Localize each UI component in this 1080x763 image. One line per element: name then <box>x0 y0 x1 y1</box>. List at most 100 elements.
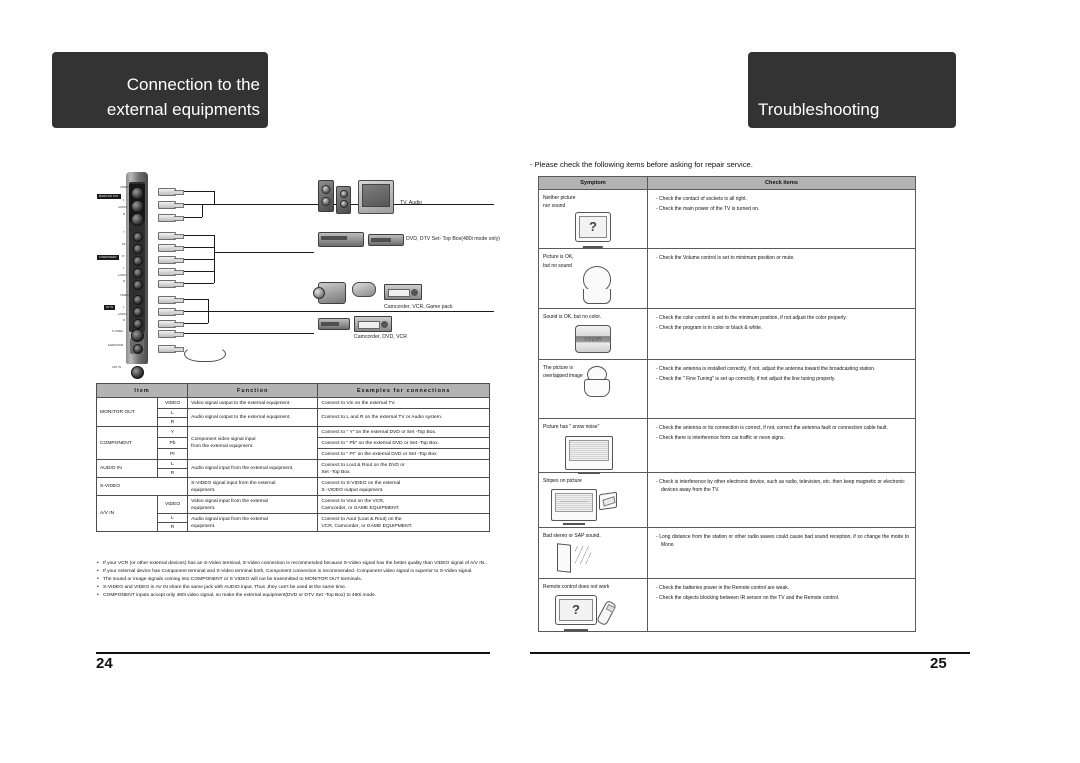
tv-remote-icon: ? <box>543 593 643 629</box>
panel-label-s-video: S-VIDEO <box>112 330 124 333</box>
cell-function: Audio signal input from the external equ… <box>187 459 319 478</box>
note-item: If your external device has Component te… <box>96 568 488 576</box>
panel-label-pb: Pb <box>122 243 126 246</box>
wire-comp-r <box>184 283 214 284</box>
jack-component-pb <box>133 244 143 254</box>
table-row: Stripes on picture - Check is interferen… <box>538 471 916 528</box>
vcr-illustration <box>384 284 422 300</box>
speaker-waves-icon <box>543 542 643 576</box>
panel-label-audio-2: AUDIO <box>118 274 127 277</box>
panel-label-l-1: L <box>123 199 125 202</box>
wire-comp-to-dvd <box>214 252 314 253</box>
jack-component-audio-l <box>133 268 143 278</box>
wire-comp-bus <box>214 235 215 283</box>
panel-label-y: Y <box>123 231 125 234</box>
cell-example: Connect to S-VIDEO on the external S -VI… <box>317 477 490 496</box>
jack-s-video <box>131 329 144 342</box>
wire-monitor-l <box>184 204 214 205</box>
cell-example: Connect to Vout on the VCR, Camcorder, o… <box>317 495 490 514</box>
cell-symptom: Picture has " snow noise" <box>538 418 648 474</box>
table-row: COMPONENT Y Component video signal input… <box>96 426 490 460</box>
wire-av-to-devices <box>208 311 494 312</box>
jack-av-video <box>133 295 143 305</box>
panel-label-ant-in: ANT IN <box>112 366 122 369</box>
cell-example: Connect to Aout (Lout & Rout) on the VCR… <box>317 513 490 532</box>
col-header-check-items: Check items <box>647 176 916 190</box>
device-caption-dvd-dtv: DVD, DTV Set- Top Box(480i mode only) <box>406 236 500 242</box>
cell-symptom: Picture is OK, but no sound <box>538 248 648 309</box>
wire-av-r <box>184 323 208 324</box>
cell-example: Connect to " Y" on the external DVD or S… <box>317 426 490 438</box>
jack-monitor-l <box>131 200 144 213</box>
panel-label-audio-3: AUDIO <box>118 313 127 316</box>
dvd-player-illustration <box>318 318 350 330</box>
table-row: The picture is overlapped image - Check … <box>538 359 916 420</box>
cell-symptom: The picture is overlapped image <box>538 359 648 420</box>
color-knob-icon: COLOR <box>543 323 643 357</box>
jack-monitor-video <box>131 187 144 200</box>
cell-example: Connect to L and R on the external TV or… <box>317 408 490 427</box>
cell-function: Video signal output to the external equi… <box>187 397 319 409</box>
right-page-number: 25 <box>930 655 947 672</box>
panel-group-av-in: AV IN <box>104 305 116 310</box>
cell-check-items: - Check the color control is set to the … <box>647 307 916 361</box>
table-header-row: Item Function Examples for connections <box>95 383 490 398</box>
note-item: S-VIDEO and VIDEO in AV IN share the sam… <box>96 584 488 592</box>
plug-monitor-video <box>158 188 184 196</box>
plug-component-l <box>158 268 184 276</box>
jack-component-y <box>133 232 143 242</box>
right-footer-rule <box>530 652 970 654</box>
cell-symptom: Sound is OK, but no color. COLOR <box>538 307 648 361</box>
cell-item: AUDIO IN <box>96 459 158 478</box>
cell-sub: VIDEO <box>156 397 189 409</box>
cell-function: Video signal input from the external equ… <box>187 495 319 514</box>
jack-component-pr <box>133 256 143 266</box>
cell-check-items: - Check the antenna is installed correct… <box>647 359 916 420</box>
panel-label-video-1: VIDEO <box>120 186 129 189</box>
manual-page-spread: Connection to the external equipments Tr… <box>0 0 1080 763</box>
cell-sub: Pr <box>156 448 189 460</box>
person-overlapped-icon <box>543 366 643 416</box>
jack-av-r <box>133 319 143 329</box>
cell-check-items: - Long distance from the station or othe… <box>647 526 916 580</box>
plug-s-video <box>158 330 184 338</box>
cell-function: S-VIDEO signal input from the external e… <box>187 477 319 496</box>
camcorder-illustration <box>313 282 346 304</box>
panel-label-audio-1: AUDIO <box>118 206 127 209</box>
connection-notes: If your VCR (or other external devices) … <box>96 560 488 600</box>
jack-av-l <box>133 307 143 317</box>
jack-earphone <box>133 344 143 354</box>
jack-component-audio-r <box>133 280 143 290</box>
plug-earphone <box>158 345 184 353</box>
jack-ant-in <box>131 366 144 379</box>
cell-check-items: - Check the antenna or its connection is… <box>647 418 916 473</box>
connection-table: Item Function Examples for connections M… <box>95 383 490 532</box>
left-header-line1: Connection to the <box>126 75 260 94</box>
wire-monitor-r <box>184 217 202 218</box>
cell-sub: R <box>156 522 189 532</box>
cell-sub: R <box>156 468 189 478</box>
troubleshooting-table: Symptom Check items Neither picture nor … <box>538 176 916 633</box>
panel-label-r-1: R <box>123 213 125 216</box>
left-header-text: Connection to the external equipments <box>52 72 260 122</box>
cell-item: S-VIDEO <box>95 477 189 496</box>
device-caption-tv-audio: TV, Audio <box>400 200 423 206</box>
person-no-sound-icon <box>543 265 643 306</box>
cell-example: Connect to Lout & Rout on the DVD or Set… <box>317 459 490 478</box>
plug-component-pr <box>158 256 184 264</box>
table-row: Remote control does not work ? - Check t… <box>538 578 916 633</box>
cell-item: A/V IN <box>96 495 158 532</box>
table-row: AUDIO IN L Audio signal input from the e… <box>96 459 490 478</box>
cell-function: Audio signal output to the external equi… <box>187 408 319 427</box>
table-row: Neither picture nor sound ? - Check the … <box>538 188 916 250</box>
snow-noise-tv-icon <box>543 434 643 474</box>
panel-label-earphone: EARPHONE <box>108 344 124 347</box>
table-row: Bad stereo or SAP sound. - Long distance… <box>538 526 916 580</box>
table-row: S-VIDEO S-VIDEO signal input from the ex… <box>95 477 490 496</box>
cell-function: Component video signal input from the ex… <box>187 426 319 460</box>
panel-label-l-2: L <box>123 267 125 270</box>
right-page-header: Troubleshooting <box>748 52 956 128</box>
col-header-symptom: Symptom <box>538 176 648 190</box>
note-item: The sound or image signals coming into C… <box>96 576 488 584</box>
left-header-line2: external equipments <box>106 100 260 119</box>
